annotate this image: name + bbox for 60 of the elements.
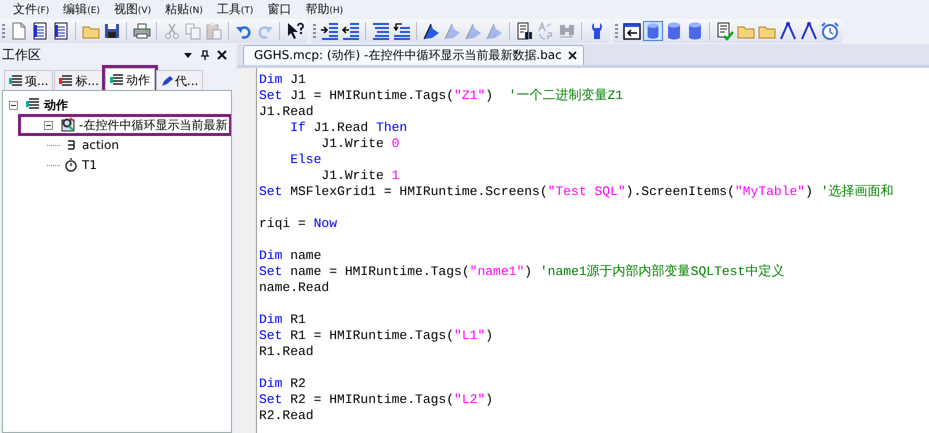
code-line: R1.Read [259,344,315,360]
tree-item[interactable]: 动作 [3,95,231,115]
editor-tab[interactable]: GGHS.mcp: (动作) -在控件中循环显示当前最新数据.bac [243,45,584,65]
menu-item[interactable]: 工具(T) [210,0,260,18]
code-line: Set R2 = HMIRuntime.Tags("L2") [259,392,494,408]
pencil-icon [160,75,173,87]
workspace-tab[interactable]: 项... [4,70,54,91]
code-line: Set MSFlexGrid1 = HMIRuntime.Screens("Test SQL").ScreenItems("MyTable") '选择画面和 [259,184,895,200]
tree-item[interactable]: action [3,135,231,155]
collapse-icon[interactable] [9,100,18,110]
pin-icon[interactable] [199,49,211,61]
document-check-icon[interactable] [714,21,734,41]
menu-item[interactable]: 视图(V) [106,0,158,18]
tree-item[interactable]: -在控件中循环显示当前最新 [19,115,231,135]
tree-item[interactable]: T1 [3,155,231,175]
workspace-tab[interactable]: 代... [156,70,204,91]
code-line: R2.Read [259,408,315,424]
code-line: Dim R2 [259,375,307,392]
toolbar-grip[interactable] [2,24,5,38]
code-line: J1.Write 1 [320,168,400,184]
code-line: J1.Read [259,104,315,120]
database-icon[interactable] [642,21,662,41]
code-line: Set name = HMIRuntime.Tags("name1") 'name1源于内部内部变量SQLTest中定义 [259,264,786,280]
workspace-tab[interactable]: 动作 [104,68,155,91]
menu-item[interactable]: 编辑(E) [56,0,107,18]
lines-icon[interactable] [370,21,390,41]
code-line: Dim J1 [259,72,307,88]
stopwatch-icon [63,157,79,173]
printer-icon[interactable] [132,21,152,41]
indent-icon[interactable] [320,21,340,41]
list-icon [59,75,74,87]
code-line: Dim R1 [259,311,307,328]
code-line: If J1.Read Then [289,120,408,136]
compass-icon[interactable] [798,21,818,41]
menu-item[interactable]: 帮助(H) [298,0,350,18]
code-line: riqi = Now [259,215,338,232]
menu-item[interactable]: 窗口 [260,0,298,18]
binoculars-document-icon[interactable] [514,21,534,41]
list-icon [110,74,124,86]
menu-item[interactable]: 文件(F) [6,0,56,18]
workspace-tab[interactable]: 标... [54,70,104,91]
close-icon[interactable] [216,49,228,61]
compass-icon[interactable] [778,21,798,41]
close-icon[interactable] [568,51,577,60]
code-line: name.Read [259,280,330,296]
code-line: Else [289,152,322,168]
code-line: Set R1 = HMIRuntime.Tags("L1") [259,328,494,344]
wrap-lines-icon[interactable] [392,21,412,41]
outdent-icon[interactable] [340,21,360,41]
toolbar-grip[interactable] [313,24,316,38]
panel-title: 工作区 [2,47,41,64]
pen-icon[interactable] [422,21,442,41]
toolbar-grip[interactable] [615,24,618,38]
alarm-clock-icon[interactable] [820,21,840,41]
code-line: Set J1 = HMIRuntime.Tags("Z1") '一个二进制变量Z1 [259,88,624,104]
code-line: Dim name [259,247,322,264]
menu-item[interactable]: 粘贴(N) [158,0,210,18]
collapse-icon[interactable] [44,120,53,130]
list-icon [9,75,23,87]
code-line: J1.Write 0 [320,136,400,152]
